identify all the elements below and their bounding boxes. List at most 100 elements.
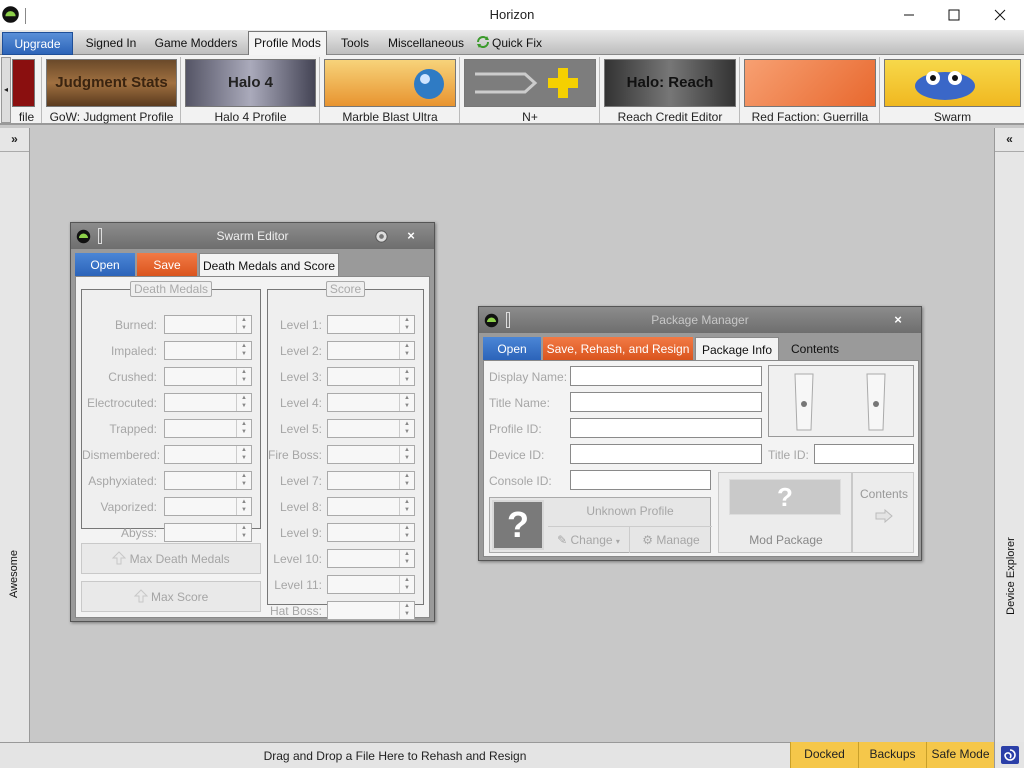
manage-button[interactable]: ⚙ Manage <box>630 526 712 553</box>
gear-icon[interactable] <box>374 229 389 244</box>
tab-death-medals-and-score[interactable]: Death Medals and Score <box>199 253 339 277</box>
numeric-stepper[interactable]: ▲ ▼ <box>327 367 415 386</box>
max-death-medals-button[interactable]: Max Death Medals <box>81 543 261 574</box>
stepper-arrows-icon[interactable]: ▲ ▼ <box>399 602 414 619</box>
save-rehash-resign-button[interactable]: Save, Rehash, and Resign <box>543 337 693 361</box>
numeric-stepper[interactable]: ▲ ▼ <box>327 549 415 568</box>
numeric-stepper[interactable]: ▲ ▼ <box>164 341 252 360</box>
stepper-arrows-icon[interactable]: ▲ ▼ <box>399 394 414 411</box>
stepper-arrows-icon[interactable]: ▲ ▼ <box>399 316 414 333</box>
numeric-stepper[interactable]: ▲ ▼ <box>327 601 415 620</box>
stepper-arrows-icon[interactable]: ▲ ▼ <box>399 368 414 385</box>
max-score-button[interactable]: Max Score <box>81 581 261 612</box>
numeric-stepper[interactable]: ▲ ▼ <box>327 445 415 464</box>
numeric-stepper[interactable]: ▲ ▼ <box>164 315 252 334</box>
open-button[interactable]: Open <box>75 253 135 277</box>
stepper-arrows-icon[interactable]: ▲ ▼ <box>236 342 251 359</box>
numeric-stepper[interactable]: ▲ ▼ <box>164 367 252 386</box>
tab-signed-in[interactable]: Signed In <box>78 32 144 55</box>
stepper-arrows-icon[interactable]: ▲ ▼ <box>236 498 251 515</box>
stepper-arrows-icon[interactable]: ▲ ▼ <box>236 316 251 333</box>
safe-mode-button[interactable]: Safe Mode <box>926 742 994 768</box>
device-image <box>768 365 914 437</box>
numeric-stepper[interactable]: ▲ ▼ <box>164 471 252 490</box>
close-icon[interactable]: × <box>404 229 418 243</box>
contents-label: Contents <box>859 487 909 501</box>
ribbon-item-gow-judgment[interactable]: Judgment Stats GoW: Judgment Profile <box>43 57 181 124</box>
numeric-stepper[interactable]: ▲ ▼ <box>327 523 415 542</box>
stepper-arrows-icon[interactable]: ▲ ▼ <box>399 472 414 489</box>
save-button[interactable]: Save <box>137 253 197 277</box>
minimize-button[interactable] <box>886 0 932 30</box>
tile-image <box>884 59 1021 107</box>
change-button[interactable]: ✎ Change ▾ <box>548 526 630 553</box>
tab-upgrade[interactable]: Upgrade <box>2 32 73 55</box>
about-button[interactable] <box>994 742 1024 768</box>
numeric-stepper[interactable]: ▲ ▼ <box>164 445 252 464</box>
numeric-stepper[interactable]: ▲ ▼ <box>164 419 252 438</box>
backups-button[interactable]: Backups <box>858 742 926 768</box>
numeric-stepper[interactable]: ▲ ▼ <box>327 419 415 438</box>
tab-contents[interactable]: Contents <box>781 337 849 361</box>
ribbon-item-red-faction[interactable]: Red Faction: Guerrilla <box>741 57 880 124</box>
numeric-stepper[interactable]: ▲ ▼ <box>164 393 252 412</box>
numeric-stepper[interactable]: ▲ ▼ <box>327 575 415 594</box>
tile-image <box>324 59 456 107</box>
display-name-field[interactable] <box>570 366 762 386</box>
stepper-arrows-icon[interactable]: ▲ ▼ <box>399 446 414 463</box>
title-id-field[interactable] <box>814 444 914 464</box>
stepper-arrows-icon[interactable]: ▲ ▼ <box>236 368 251 385</box>
maximize-button[interactable] <box>931 0 977 30</box>
stepper-arrows-icon[interactable]: ▲ ▼ <box>236 524 251 541</box>
tab-game-modders[interactable]: Game Modders <box>150 32 242 55</box>
package-manager-title-bar[interactable]: Package Manager × <box>479 307 921 333</box>
docked-button[interactable]: Docked <box>790 742 858 768</box>
title-name-field[interactable] <box>570 392 762 412</box>
ribbon-item-reach-credit[interactable]: Halo: Reach Reach Credit Editor <box>601 57 740 124</box>
numeric-stepper[interactable]: ▲ ▼ <box>164 497 252 516</box>
close-window-button[interactable] <box>977 0 1023 30</box>
stepper-arrows-icon[interactable]: ▲ ▼ <box>399 342 414 359</box>
tab-profile-mods[interactable]: Profile Mods <box>248 31 327 56</box>
open-button[interactable]: Open <box>483 337 541 361</box>
expand-right-panel-button[interactable]: « <box>995 128 1024 152</box>
tile-image <box>744 59 876 107</box>
tab-miscellaneous[interactable]: Miscellaneous <box>383 32 469 55</box>
stepper-arrows-icon[interactable]: ▲ ▼ <box>399 576 414 593</box>
numeric-stepper[interactable]: ▲ ▼ <box>327 471 415 490</box>
numeric-stepper[interactable]: ▲ ▼ <box>327 341 415 360</box>
stepper-arrows-icon[interactable]: ▲ ▼ <box>399 420 414 437</box>
device-id-field[interactable] <box>570 444 762 464</box>
ribbon-item-marble-blast[interactable]: Marble Blast Ultra <box>321 57 460 124</box>
numeric-stepper[interactable]: ▲ ▼ <box>164 523 252 542</box>
tab-package-info[interactable]: Package Info <box>695 337 779 361</box>
window-title: Horizon <box>489 7 535 22</box>
stepper-arrows-icon[interactable]: ▲ ▼ <box>236 472 251 489</box>
ribbon-item-halo-4[interactable]: Halo 4 Halo 4 Profile <box>182 57 320 124</box>
stepper-arrows-icon[interactable]: ▲ ▼ <box>399 550 414 567</box>
device-explorer-side-panel[interactable]: « Device Explorer <box>994 128 1024 742</box>
profile-id-field[interactable] <box>570 418 762 438</box>
stepper-arrows-icon[interactable]: ▲ ▼ <box>236 446 251 463</box>
ribbon-item-n-plus[interactable]: N+ <box>461 57 600 124</box>
numeric-stepper[interactable]: ▲ ▼ <box>327 315 415 334</box>
swarm-editor-title-bar[interactable]: Swarm Editor × <box>71 223 434 249</box>
close-icon[interactable]: × <box>891 313 905 327</box>
expand-left-panel-button[interactable]: » <box>0 128 29 152</box>
stepper-arrows-icon[interactable]: ▲ ▼ <box>399 498 414 515</box>
awesome-side-panel[interactable]: » Awesome <box>0 128 30 742</box>
tab-quick-fix[interactable]: Quick Fix <box>476 32 546 55</box>
field-label: Level 4: <box>279 396 322 410</box>
numeric-stepper[interactable]: ▲ ▼ <box>327 497 415 516</box>
tab-tools[interactable]: Tools <box>333 32 377 55</box>
ribbon-item-swarm[interactable]: Swarm <box>881 57 1024 124</box>
console-id-field[interactable] <box>570 470 711 490</box>
stepper-arrows-icon[interactable]: ▲ ▼ <box>236 420 251 437</box>
numeric-stepper[interactable]: ▲ ▼ <box>327 393 415 412</box>
ribbon-item-profile[interactable]: file <box>12 57 42 124</box>
ribbon-scroll-left-button[interactable]: ◂ <box>1 57 11 123</box>
contents-button[interactable]: Contents <box>852 472 914 553</box>
stepper-arrows-icon[interactable]: ▲ ▼ <box>236 394 251 411</box>
stepper-arrows-icon[interactable]: ▲ ▼ <box>399 524 414 541</box>
mod-package-button[interactable]: ? Mod Package <box>718 472 852 553</box>
